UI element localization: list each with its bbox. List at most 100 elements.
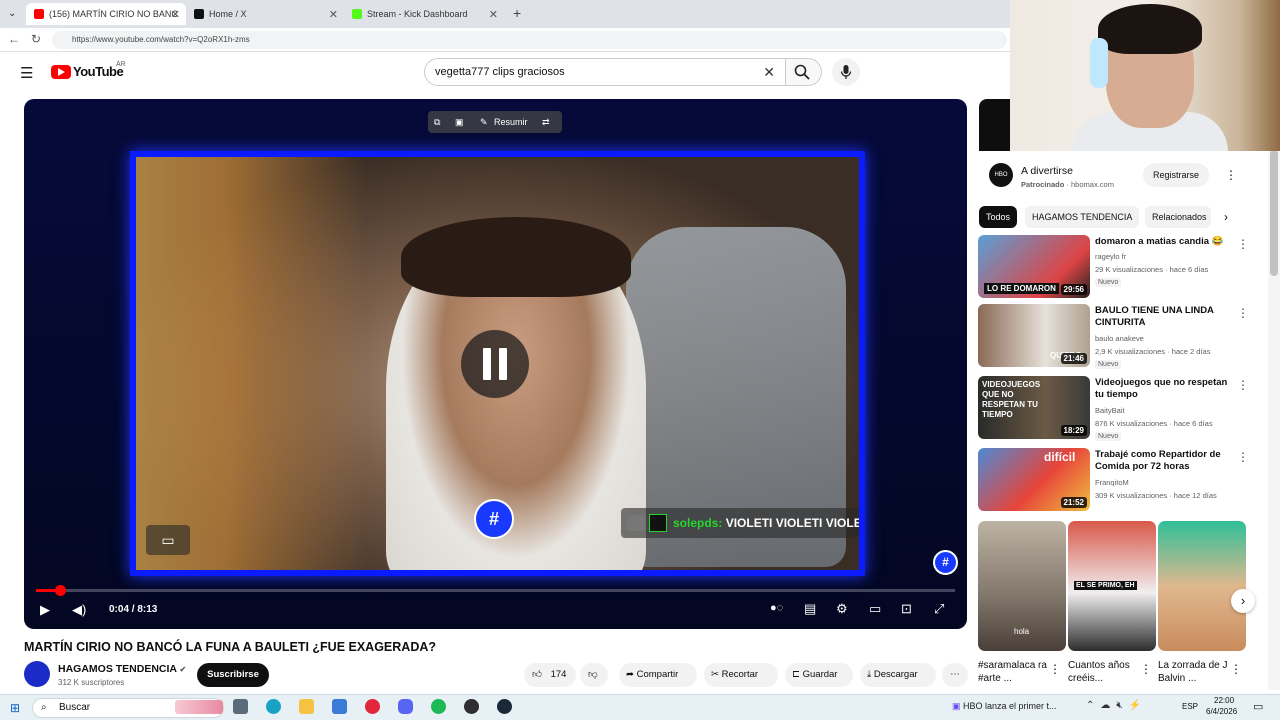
video-thumbnail[interactable]: LO RE DOMARON 29:56: [978, 235, 1090, 298]
search-button[interactable]: [786, 58, 822, 86]
ad-cta-button[interactable]: Registrarse: [1143, 163, 1209, 187]
screenshot-icon[interactable]: ▣: [455, 111, 464, 133]
download-button[interactable]: ⤓ Descargar: [860, 663, 936, 687]
video-thumbnail[interactable]: QUIERO 21:46: [978, 304, 1090, 367]
ad-logo[interactable]: HBO max: [989, 163, 1013, 202]
channel-name[interactable]: HAGAMOS TENDENCIA ✔: [58, 663, 186, 675]
list-item[interactable]: LO RE DOMARON 29:56 domaron a matias can…: [978, 235, 1268, 299]
steam-icon[interactable]: [497, 699, 512, 714]
play-icon[interactable]: ▶: [40, 602, 50, 618]
ad-menu-icon[interactable]: ⋮: [1225, 168, 1237, 182]
cast-icon[interactable]: ⊡: [901, 601, 912, 617]
voice-search-button[interactable]: [832, 58, 860, 86]
tab-x[interactable]: Home / X ✕: [186, 3, 344, 25]
language-indicator[interactable]: ESP: [1182, 702, 1198, 711]
more-actions-icon[interactable]: ⋯: [942, 663, 968, 687]
close-tab-icon[interactable]: ✕: [489, 8, 498, 21]
short-thumbnail[interactable]: [1158, 521, 1246, 651]
item-menu-icon[interactable]: ⋮: [1237, 450, 1249, 464]
notifications-icon[interactable]: ▭: [1253, 700, 1263, 713]
ad-title[interactable]: A divertirse: [1021, 165, 1073, 177]
system-tray-icons[interactable]: ⌃☁🔇︎⚡: [1086, 700, 1147, 711]
video-thumbnail[interactable]: difícil 21:52: [978, 448, 1090, 511]
clock-time[interactable]: 22:00: [1214, 696, 1234, 705]
tab-list-chevron-icon[interactable]: ⌄: [8, 8, 16, 19]
shorts-next-icon[interactable]: ›: [1231, 589, 1255, 613]
save-button[interactable]: ⊏ Guardar: [785, 663, 853, 687]
video-player[interactable]: ⧉ ▣ ✎ Resumir ⇄ ▭ # solepds: VIOLETI VIO…: [24, 99, 967, 629]
opera-icon[interactable]: [365, 699, 380, 714]
edge-icon[interactable]: [266, 699, 281, 714]
news-widget[interactable]: ▣ HBO lanza el primer t...: [952, 701, 1057, 712]
volume-icon[interactable]: ◀): [72, 602, 86, 618]
pause-overlay-icon[interactable]: [461, 330, 529, 398]
tab-kick[interactable]: Stream - Kick Dashboard ✕: [344, 3, 504, 25]
obs-icon[interactable]: [464, 699, 479, 714]
store-icon[interactable]: [332, 699, 347, 714]
chip-channel[interactable]: HAGAMOS TENDENCIA: [1025, 206, 1140, 228]
chip-all[interactable]: Todos: [979, 206, 1018, 228]
back-icon[interactable]: ←: [8, 32, 20, 46]
video-title[interactable]: Videojuegos que no respetan tu tiempo: [1095, 377, 1235, 401]
translate-icon[interactable]: ⇄: [542, 111, 550, 133]
ad-banner-image[interactable]: [979, 99, 1011, 151]
item-menu-icon[interactable]: ⋮: [1237, 237, 1249, 251]
url-field[interactable]: https://www.youtube.com/watch?v=Q2oRX1h-…: [52, 31, 1007, 49]
like-button[interactable]: 👍︎ 174: [524, 663, 576, 687]
share-button[interactable]: ➦ Compartir: [619, 663, 697, 687]
subscribe-button[interactable]: Suscribirse: [197, 663, 269, 687]
short-menu-icon[interactable]: ⋮: [1230, 662, 1242, 676]
spotify-icon[interactable]: [431, 699, 446, 714]
short-title[interactable]: La zorrada de J Balvin ...: [1158, 659, 1228, 685]
scrollbar-thumb[interactable]: [1270, 150, 1278, 276]
chip-related[interactable]: Relacionados: [1145, 206, 1211, 228]
progress-knob[interactable]: [55, 585, 66, 596]
task-view-icon[interactable]: [233, 699, 248, 714]
list-item[interactable]: VIDEOJUEGOS QUE NO RESPETAN TU TIEMPO 18…: [978, 376, 1268, 441]
channel-name[interactable]: baulo anakeve: [1095, 334, 1144, 343]
summarize-icon[interactable]: ✎: [480, 111, 488, 133]
short-thumbnail[interactable]: hola: [978, 521, 1066, 651]
theater-mode-icon[interactable]: ▭: [869, 601, 881, 617]
video-title[interactable]: Trabajé como Repartidor de Comida por 72…: [1095, 449, 1235, 473]
progress-bar[interactable]: [36, 585, 955, 596]
list-item[interactable]: difícil 21:52 Trabajé como Repartidor de…: [978, 448, 1268, 512]
close-tab-icon[interactable]: ✕: [171, 8, 180, 21]
short-menu-icon[interactable]: ⋮: [1049, 662, 1061, 676]
video-title[interactable]: domaron a matias candia 😂: [1095, 236, 1235, 248]
channel-name[interactable]: BaityBait: [1095, 406, 1125, 415]
item-menu-icon[interactable]: ⋮: [1237, 306, 1249, 320]
chips-next-icon[interactable]: ›: [1224, 210, 1228, 224]
fullscreen-icon[interactable]: ⤢: [934, 601, 944, 617]
autoplay-toggle-icon[interactable]: ●◌: [770, 602, 783, 614]
summarize-button[interactable]: Resumir: [494, 111, 528, 133]
short-menu-icon[interactable]: ⋮: [1140, 662, 1152, 676]
channel-name[interactable]: FranqitoM: [1095, 478, 1129, 487]
video-thumbnail[interactable]: VIDEOJUEGOS QUE NO RESPETAN TU TIEMPO 18…: [978, 376, 1090, 439]
file-explorer-icon[interactable]: [299, 699, 314, 714]
pip-icon[interactable]: ⧉: [434, 111, 440, 133]
short-title[interactable]: #saramalaca ra #arte ...: [978, 659, 1048, 685]
clock-date[interactable]: 6/4/2026: [1206, 707, 1237, 716]
tab-youtube[interactable]: (156) MARTÍN CIRIO NO BANC ✕: [26, 3, 186, 25]
short-title[interactable]: Cuantos años creéis...: [1068, 659, 1138, 685]
clip-button[interactable]: ✂ Recortar: [704, 663, 778, 687]
list-item[interactable]: QUIERO 21:46 BAULO TIENE UNA LINDA CINTU…: [978, 304, 1268, 369]
settings-gear-icon[interactable]: ⚙: [836, 601, 848, 617]
close-tab-icon[interactable]: ✕: [329, 8, 338, 21]
start-icon[interactable]: ⊞: [10, 701, 20, 715]
channel-name[interactable]: rageylo fr: [1095, 252, 1126, 261]
dislike-button[interactable]: 👎︎: [580, 663, 608, 687]
menu-icon[interactable]: ☰: [20, 64, 33, 82]
discord-icon[interactable]: [398, 699, 413, 714]
new-tab-icon[interactable]: +: [513, 5, 521, 21]
short-thumbnail[interactable]: EL SE PRIMO, EH: [1068, 521, 1156, 651]
item-menu-icon[interactable]: ⋮: [1237, 378, 1249, 392]
chat-toggle-icon[interactable]: ▭: [146, 525, 190, 555]
subtitles-icon[interactable]: ▤: [804, 601, 816, 617]
channel-avatar[interactable]: [24, 661, 50, 687]
clear-search-icon[interactable]: ✕: [763, 59, 775, 85]
reload-icon[interactable]: ↻: [31, 32, 41, 46]
search-input[interactable]: vegetta777 clips graciosos ✕: [424, 58, 786, 86]
video-title[interactable]: BAULO TIENE UNA LINDA CINTURITA: [1095, 305, 1235, 329]
